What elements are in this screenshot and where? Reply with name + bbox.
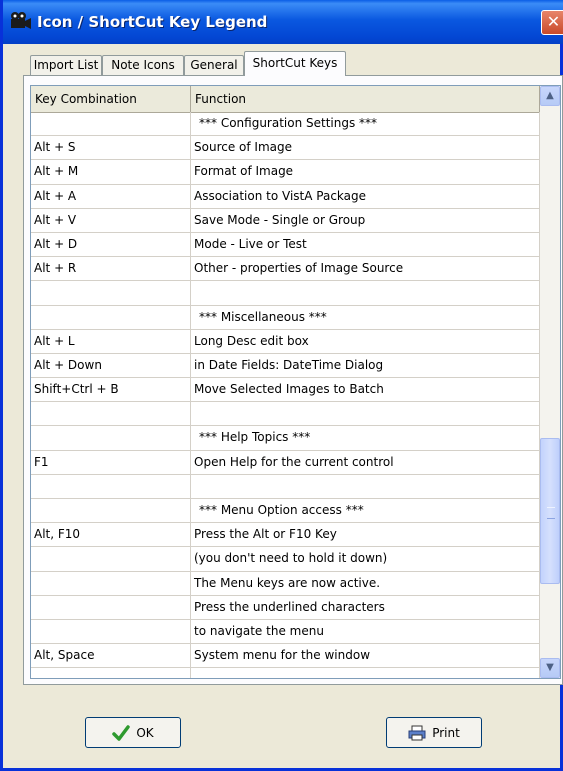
key-combination-cell: Alt, F10 — [31, 523, 191, 547]
function-cell: System menu for the window — [191, 644, 540, 668]
grid-rows: *** Configuration Settings *** Alt + S Sou… — [31, 112, 540, 678]
tab-note-icons[interactable]: Note Icons — [102, 55, 184, 75]
key-combination-cell: Alt + S — [31, 136, 191, 160]
key-combination-cell — [31, 112, 191, 136]
function-cell: Mode - Live or Test — [191, 232, 540, 257]
key-combination-cell — [31, 619, 191, 644]
key-combination-cell — [31, 402, 191, 426]
close-button[interactable]: ✕ — [541, 10, 563, 35]
column-header-function[interactable]: Function — [191, 86, 540, 112]
title-bar[interactable]: Icon / ShortCut Key Legend ✕ — [3, 0, 563, 44]
vertical-scrollbar[interactable]: ▲ ▼ — [540, 86, 560, 678]
function-cell: in Date Fields: DateTime Dialog — [191, 353, 540, 378]
scroll-down-button[interactable]: ▼ — [540, 658, 560, 678]
table-row[interactable]: Alt + D Mode - Live or Test — [31, 232, 540, 258]
ok-button[interactable]: OK — [85, 717, 181, 748]
function-cell: Long Desc edit box — [191, 329, 540, 353]
table-row[interactable]: *** Menu Option access *** — [31, 499, 540, 524]
function-cell — [191, 402, 540, 426]
function-cell: The Menu keys are now active. — [191, 571, 540, 595]
tab-import-list[interactable]: Import List — [30, 55, 102, 75]
table-row[interactable]: Alt, F10 Press the Alt or F10 Key — [31, 523, 540, 548]
key-combination-cell — [31, 668, 191, 678]
table-row[interactable]: Alt + V Save Mode - Single or Group — [31, 208, 540, 233]
table-row[interactable]: Alt, Space System menu for the window — [31, 644, 540, 669]
table-row[interactable]: Alt + S Source of Image — [31, 136, 540, 161]
function-cell — [191, 474, 540, 498]
tab-shortcut-keys[interactable]: ShortCut Keys — [244, 51, 346, 76]
function-cell: *** Help Topics *** — [191, 426, 540, 450]
function-cell: *** Configuration Settings *** — [191, 112, 540, 136]
key-combination-cell — [31, 474, 191, 498]
function-cell: Source of Image — [191, 136, 540, 160]
key-combination-cell: Alt + Down — [31, 353, 191, 378]
shortcut-grid[interactable]: Key Combination Function *** Configurati… — [30, 85, 561, 679]
function-cell: Press the Alt or F10 Key — [191, 523, 540, 547]
table-row[interactable]: to navigate the menu — [31, 619, 540, 645]
film-projector-icon — [11, 12, 31, 29]
table-row[interactable]: *** Help Topics *** — [31, 426, 540, 451]
scroll-thumb[interactable] — [540, 438, 560, 584]
table-row[interactable]: The Menu keys are now active. — [31, 571, 540, 596]
key-combination-cell — [31, 305, 191, 329]
table-row[interactable]: Shift+Ctrl + B Move Selected Images to Ba… — [31, 378, 540, 403]
function-cell: *** Miscellaneous *** — [191, 305, 540, 329]
key-combination-cell: Alt + A — [31, 184, 191, 208]
checkmark-icon — [112, 724, 131, 741]
key-combination-cell — [31, 426, 191, 450]
dialog-window: Icon / ShortCut Key Legend ✕ Import List… — [0, 0, 563, 771]
table-row[interactable]: Alt + A Association to VistA Package — [31, 184, 540, 209]
key-combination-cell — [31, 595, 191, 619]
key-combination-cell — [31, 499, 191, 523]
table-row[interactable]: *** Configuration Settings *** — [31, 112, 540, 137]
function-cell: *** Menu Option access *** — [191, 499, 540, 523]
tab-general[interactable]: General — [184, 55, 244, 75]
ok-label: OK — [136, 725, 154, 740]
table-row[interactable] — [31, 474, 540, 499]
print-button[interactable]: Print — [386, 717, 482, 748]
function-cell: Open Help for the current control — [191, 450, 540, 474]
column-header-key-combination[interactable]: Key Combination — [31, 86, 191, 112]
key-combination-cell — [31, 571, 191, 595]
function-cell: to navigate the menu — [191, 619, 540, 644]
table-row[interactable] — [31, 668, 540, 678]
scroll-grip-icon — [547, 507, 555, 519]
key-combination-cell: Alt + R — [31, 257, 191, 281]
table-row[interactable] — [31, 402, 540, 427]
print-label: Print — [432, 725, 460, 740]
table-row[interactable]: F1 Open Help for the current control — [31, 450, 540, 475]
function-cell: (you don't need to hold it down) — [191, 547, 540, 571]
function-cell: Association to VistA Package — [191, 184, 540, 208]
key-combination-cell: Alt, Space — [31, 644, 191, 668]
key-combination-cell: F1 — [31, 450, 191, 474]
table-row[interactable]: (you don't need to hold it down) — [31, 547, 540, 572]
function-cell: Save Mode - Single or Group — [191, 208, 540, 232]
function-cell — [191, 668, 540, 678]
table-row[interactable]: Alt + Down in Date Fields: DateTime Dialo… — [31, 353, 540, 379]
key-combination-cell: Alt + V — [31, 208, 191, 232]
key-combination-cell: Alt + L — [31, 329, 191, 353]
window-title: Icon / ShortCut Key Legend — [37, 13, 268, 31]
function-cell: Format of Image — [191, 160, 540, 184]
table-row[interactable]: Press the underlined characters — [31, 595, 540, 620]
key-combination-cell: Shift+Ctrl + B — [31, 378, 191, 402]
key-combination-cell: Alt + M — [31, 160, 191, 184]
table-row[interactable]: Alt + R Other - properties of Image Sourc… — [31, 257, 540, 282]
function-cell: Press the underlined characters — [191, 595, 540, 619]
table-row[interactable]: Alt + M Format of Image — [31, 160, 540, 185]
function-cell: Move Selected Images to Batch — [191, 378, 540, 402]
function-cell — [191, 281, 540, 305]
table-row[interactable]: Alt + L Long Desc edit box — [31, 329, 540, 354]
key-combination-cell — [31, 547, 191, 571]
scroll-up-button[interactable]: ▲ — [540, 86, 560, 106]
key-combination-cell — [31, 281, 191, 305]
table-row[interactable]: *** Miscellaneous *** — [31, 305, 540, 330]
printer-icon — [408, 725, 426, 740]
grid-header: Key Combination Function — [31, 86, 540, 113]
table-row[interactable] — [31, 281, 540, 306]
key-combination-cell: Alt + D — [31, 232, 191, 257]
function-cell: Other - properties of Image Source — [191, 257, 540, 281]
